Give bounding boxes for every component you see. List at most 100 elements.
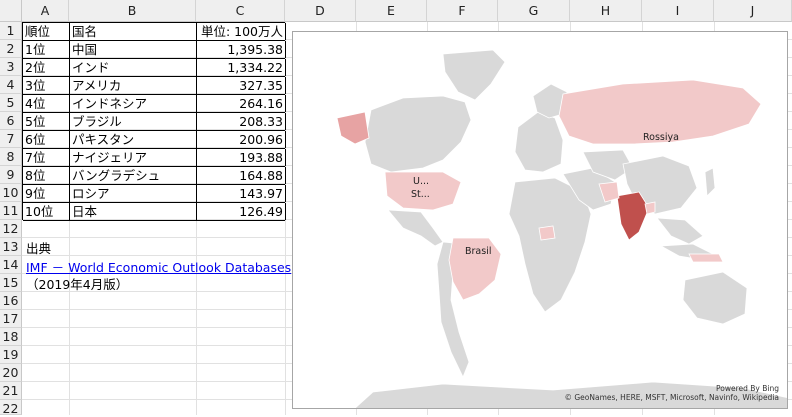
country-cell[interactable]: アメリカ xyxy=(70,77,197,94)
row-header-4[interactable]: 4 xyxy=(0,76,22,94)
col-header-d[interactable]: D xyxy=(285,0,356,22)
value-cell[interactable]: 193.88 xyxy=(197,149,286,166)
row-header-17[interactable]: 17 xyxy=(0,310,22,328)
table-row: 8位 バングラデシュ 164.88 xyxy=(23,167,286,185)
region-europe xyxy=(514,111,564,173)
table-row: 5位 ブラジル 208.33 xyxy=(23,113,286,131)
world-map: Rossiya U... St... Brasil xyxy=(336,49,787,408)
value-cell[interactable]: 200.96 xyxy=(197,131,286,148)
country-cell[interactable]: ブラジル xyxy=(70,113,197,130)
row-header-18[interactable]: 18 xyxy=(0,328,22,346)
rank-cell[interactable]: 1位 xyxy=(23,41,70,58)
row-header-9[interactable]: 9 xyxy=(0,166,22,184)
col-header-h[interactable]: H xyxy=(570,0,642,22)
rank-cell[interactable]: 2位 xyxy=(23,59,70,76)
col-header-g[interactable]: G xyxy=(498,0,570,22)
row-header-19[interactable]: 19 xyxy=(0,346,22,364)
region-indonesia-highlight xyxy=(688,253,724,263)
row-header-6[interactable]: 6 xyxy=(0,112,22,130)
rank-cell[interactable]: 6位 xyxy=(23,131,70,148)
country-cell[interactable]: インド xyxy=(70,59,197,76)
value-cell[interactable]: 1,395.38 xyxy=(197,41,286,58)
source-label[interactable]: 出典 xyxy=(24,240,53,258)
country-cell[interactable]: インドネシア xyxy=(70,95,197,112)
row-header-3[interactable]: 3 xyxy=(0,58,22,76)
value-cell[interactable]: 327.35 xyxy=(197,77,286,94)
population-map-chart[interactable]: Rossiya U... St... Brasil Powered By Bin… xyxy=(292,31,788,409)
country-cell[interactable]: 中国 xyxy=(70,41,197,58)
country-cell[interactable]: ロシア xyxy=(70,185,197,202)
region-southeast-asia xyxy=(656,217,704,245)
row-header-2[interactable]: 2 xyxy=(0,40,22,58)
rank-cell[interactable]: 4位 xyxy=(23,95,70,112)
cell-b1[interactable]: 国名 xyxy=(70,23,197,40)
value-cell[interactable]: 1,334.22 xyxy=(197,59,286,76)
region-alaska xyxy=(336,111,370,145)
table-row: 3位 アメリカ 327.35 xyxy=(23,77,286,95)
region-bangladesh xyxy=(644,201,656,215)
col-header-b[interactable]: B xyxy=(69,0,196,22)
row-header-20[interactable]: 20 xyxy=(0,364,22,382)
table-row: 6位 パキスタン 200.96 xyxy=(23,131,286,149)
col-header-f[interactable]: F xyxy=(427,0,498,22)
cell-a1[interactable]: 順位 xyxy=(23,23,70,40)
value-cell[interactable]: 208.33 xyxy=(197,113,286,130)
col-header-e[interactable]: E xyxy=(356,0,427,22)
region-australia xyxy=(682,271,748,325)
col-header-a[interactable]: A xyxy=(22,0,69,22)
table-row: 10位 日本 126.49 xyxy=(23,203,286,221)
table-row: 9位 ロシア 143.97 xyxy=(23,185,286,203)
map-label-brazil: Brasil xyxy=(465,246,491,257)
row-header-16[interactable]: 16 xyxy=(0,292,22,310)
attribution-line-1: Powered By Bing xyxy=(716,384,779,393)
region-nigeria xyxy=(538,225,556,241)
map-label-us-2: St... xyxy=(411,189,430,200)
rank-cell[interactable]: 10位 xyxy=(23,203,70,220)
map-attribution: Powered By Bing © GeoNames, HERE, MSFT, … xyxy=(564,384,779,402)
cell-c1[interactable]: 単位: 100万人 xyxy=(197,23,286,40)
col-header-c[interactable]: C xyxy=(196,0,285,22)
table-row: 4位 インドネシア 264.16 xyxy=(23,95,286,113)
row-header-13[interactable]: 13 xyxy=(0,238,22,256)
country-cell[interactable]: バングラデシュ xyxy=(70,167,197,184)
row-header-5[interactable]: 5 xyxy=(0,94,22,112)
select-all-corner[interactable] xyxy=(0,0,22,22)
col-header-i[interactable]: I xyxy=(642,0,714,22)
table-header-row: 順位 国名 単位: 100万人 xyxy=(23,23,286,41)
rank-cell[interactable]: 9位 xyxy=(23,185,70,202)
region-greenland xyxy=(442,49,506,101)
map-label-russia: Rossiya xyxy=(643,132,679,143)
map-label-us-1: U... xyxy=(413,176,429,187)
country-cell[interactable]: ナイジェリア xyxy=(70,149,197,166)
col-header-j[interactable]: J xyxy=(714,0,792,22)
attribution-line-2: © GeoNames, HERE, MSFT, Microsoft, Navin… xyxy=(564,393,779,402)
row-header-14[interactable]: 14 xyxy=(0,256,22,274)
source-link[interactable]: IMF － World Economic Outlook Databases xyxy=(24,259,293,277)
table-row: 2位 インド 1,334.22 xyxy=(23,59,286,77)
row-header-15[interactable]: 15 xyxy=(0,274,22,292)
country-cell[interactable]: 日本 xyxy=(70,203,197,220)
row-header-7[interactable]: 7 xyxy=(0,130,22,148)
region-mexico xyxy=(387,209,444,247)
value-cell[interactable]: 164.88 xyxy=(197,167,286,184)
value-cell[interactable]: 264.16 xyxy=(197,95,286,112)
value-cell[interactable]: 143.97 xyxy=(197,185,286,202)
country-cell[interactable]: パキスタン xyxy=(70,131,197,148)
row-header-11[interactable]: 11 xyxy=(0,202,22,220)
source-note[interactable]: （2019年4月版） xyxy=(24,276,130,294)
row-header-22[interactable]: 22 xyxy=(0,400,22,416)
row-header-8[interactable]: 8 xyxy=(0,148,22,166)
rank-cell[interactable]: 5位 xyxy=(23,113,70,130)
value-cell[interactable]: 126.49 xyxy=(197,203,286,220)
rank-cell[interactable]: 3位 xyxy=(23,77,70,94)
region-japan xyxy=(704,167,716,197)
region-canada xyxy=(364,95,472,173)
table-row: 7位 ナイジェリア 193.88 xyxy=(23,149,286,167)
row-header-1[interactable]: 1 xyxy=(0,22,22,40)
row-header-12[interactable]: 12 xyxy=(0,220,22,238)
rank-cell[interactable]: 7位 xyxy=(23,149,70,166)
rank-cell[interactable]: 8位 xyxy=(23,167,70,184)
row-header-10[interactable]: 10 xyxy=(0,184,22,202)
population-table: 順位 国名 単位: 100万人 1位 中国 1,395.38 2位 インド 1,… xyxy=(22,22,286,221)
row-header-21[interactable]: 21 xyxy=(0,382,22,400)
